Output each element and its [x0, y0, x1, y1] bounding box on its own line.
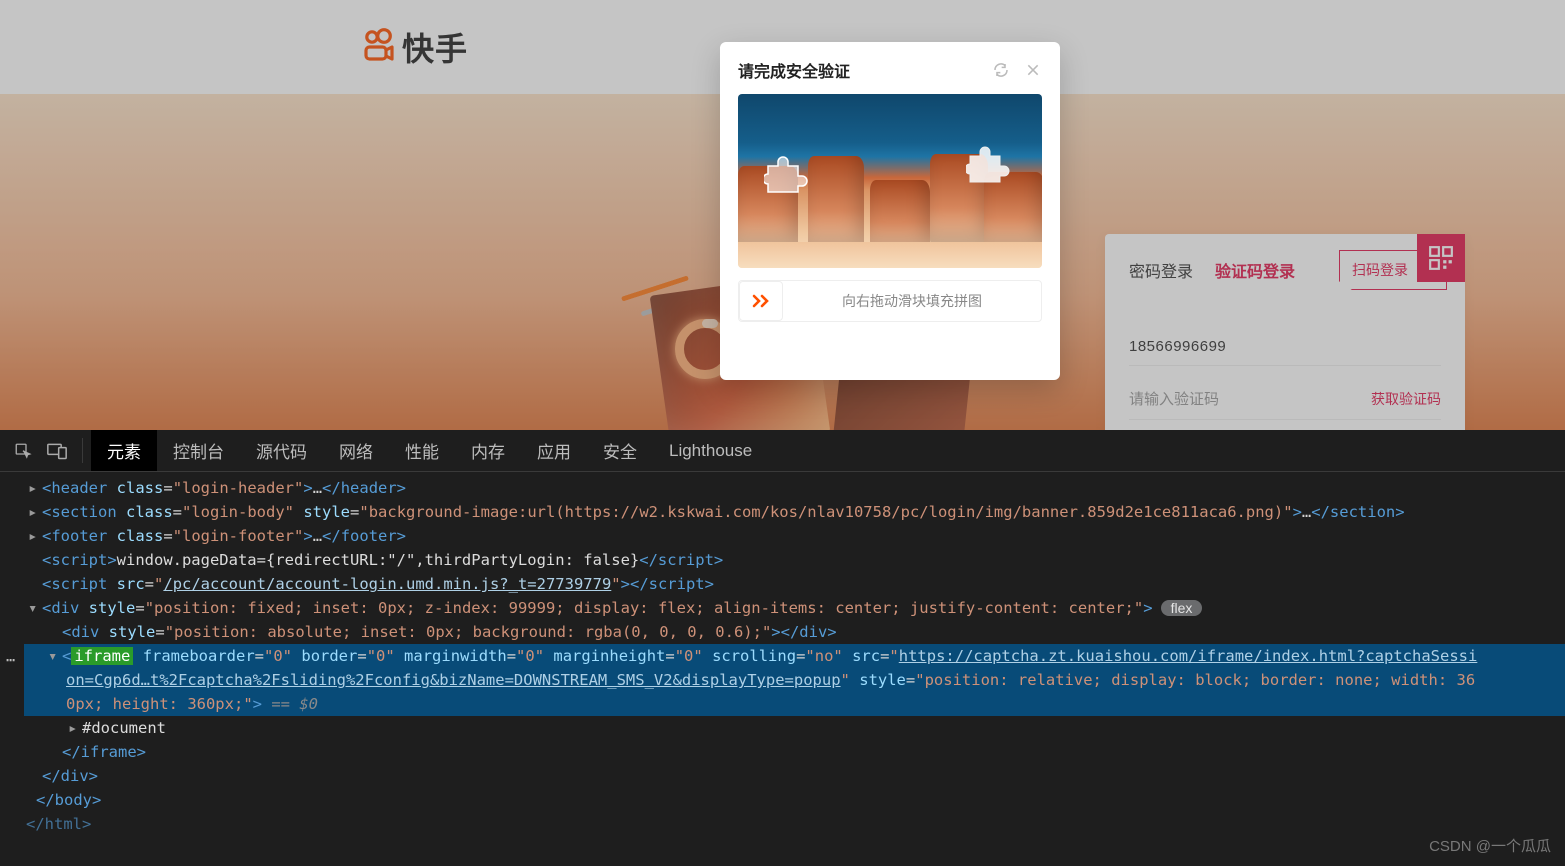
tab-network[interactable]: 网络 [323, 430, 389, 471]
device-toggle-icon[interactable] [40, 430, 74, 471]
devtools-toolbar: 元素 控制台 源代码 网络 性能 内存 应用 安全 Lighthouse [0, 430, 1565, 472]
dom-line-selected[interactable]: ▾<iframe frameboarder="0" border="0" mar… [24, 644, 1565, 668]
dom-line[interactable]: ▸<section class="login-body" style="back… [24, 500, 1565, 524]
dom-line[interactable]: </div> [24, 764, 1565, 788]
devtools-dom-tree[interactable]: ▸<header class="login-header">…</header>… [0, 472, 1565, 866]
dom-line[interactable]: <script src="/pc/account/account-login.u… [24, 572, 1565, 596]
slider-text: 向右拖动滑块填充拼图 [783, 291, 1041, 311]
tab-elements[interactable]: 元素 [91, 430, 157, 471]
inspect-icon[interactable] [6, 430, 40, 471]
dom-line[interactable]: <script>window.pageData={redirectURL:"/"… [24, 548, 1565, 572]
watermark: CSDN @一个瓜瓜 [1429, 835, 1551, 858]
slider-track: 向右拖动滑块填充拼图 [738, 280, 1042, 322]
flex-badge[interactable]: flex [1161, 600, 1203, 616]
tab-console[interactable]: 控制台 [157, 430, 240, 471]
tab-security[interactable]: 安全 [587, 430, 653, 471]
captcha-header: 请完成安全验证 [738, 58, 1042, 82]
captcha-modal: 请完成安全验证 向右拖动滑块填充拼图 [720, 42, 1060, 380]
dom-line[interactable]: <div style="position: absolute; inset: 0… [24, 620, 1565, 644]
tab-performance[interactable]: 性能 [389, 430, 455, 471]
dom-line[interactable]: </html> [24, 812, 1565, 836]
puzzle-piece-slot-icon [764, 152, 808, 196]
dom-line[interactable]: </iframe> [24, 740, 1565, 764]
app-root: 快手 密码登录 验证码登录 扫码登录 18566996699 [0, 0, 1565, 866]
dom-line[interactable]: </body> [24, 788, 1565, 812]
captcha-image [738, 94, 1042, 268]
refresh-icon[interactable] [992, 61, 1010, 79]
close-icon[interactable] [1024, 61, 1042, 79]
captcha-actions [992, 61, 1042, 79]
slider-handle[interactable] [739, 281, 783, 321]
tab-application[interactable]: 应用 [521, 430, 587, 471]
devtools-panel: 元素 控制台 源代码 网络 性能 内存 应用 安全 Lighthouse ▸<h… [0, 430, 1565, 866]
tab-memory[interactable]: 内存 [455, 430, 521, 471]
tab-lighthouse[interactable]: Lighthouse [653, 430, 768, 471]
dom-line[interactable]: ▾<div style="position: fixed; inset: 0px… [24, 596, 1565, 620]
dom-line-selected[interactable]: 0px; height: 360px;"> == $0 [24, 692, 1565, 716]
tab-sources[interactable]: 源代码 [240, 430, 323, 471]
dom-line[interactable]: ▸<footer class="login-footer">…</footer> [24, 524, 1565, 548]
captcha-title: 请完成安全验证 [738, 58, 850, 82]
puzzle-piece-target-icon [966, 142, 1010, 186]
dom-line[interactable]: ▸#document [24, 716, 1565, 740]
dom-line-selected[interactable]: on=Cgp6d…t%2Fcaptcha%2Fsliding%2Fconfig&… [24, 668, 1565, 692]
dom-line[interactable]: ▸<header class="login-header">…</header> [24, 476, 1565, 500]
